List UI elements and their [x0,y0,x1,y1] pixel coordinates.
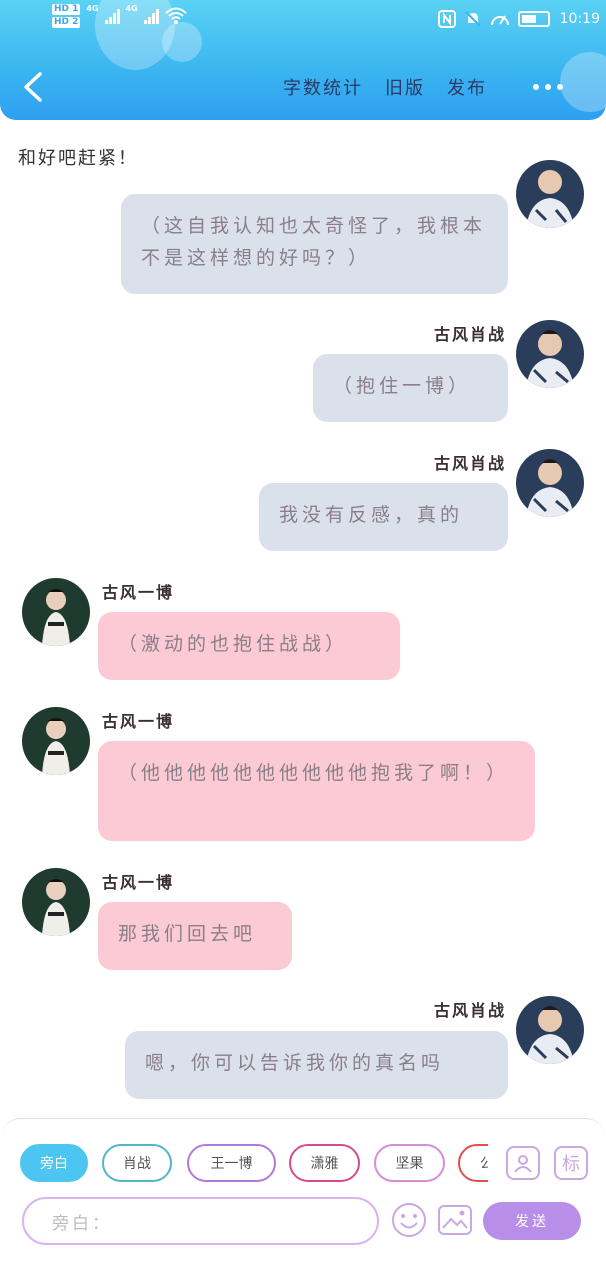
avatar-xiaozhan[interactable] [516,160,584,228]
wifi-icon [165,7,187,24]
mute-icon [465,11,481,27]
status-time: 10:19 [559,11,600,27]
publish-link[interactable]: 发布 [447,74,487,100]
avatar-yibo[interactable] [22,707,90,775]
message-bubble[interactable]: （激动的也抱住战战） [98,612,400,680]
more-menu-icon[interactable] [533,84,563,90]
header-links: 字数统计 旧版 发布 [283,74,487,100]
role-chip-xiaozhan[interactable]: 肖战 [102,1144,172,1182]
narration-input[interactable]: 旁白： [22,1197,379,1245]
sender-name: 古风一博 [102,583,175,602]
signal-icon-2 [143,8,159,24]
avatar-xiaozhan[interactable] [516,449,584,517]
tag-icon[interactable]: 标 [554,1146,588,1180]
avatar-yibo[interactable] [22,868,90,936]
avatar-yibo[interactable] [22,578,90,646]
avatar-xiaozhan[interactable] [516,320,584,388]
nfc-icon [438,10,456,28]
message-bubble[interactable]: 嗯，你可以告诉我你的真名吗 [125,1031,508,1099]
signal-icon [104,8,120,24]
avatar-xiaozhan[interactable] [516,996,584,1064]
role-chip-narrator[interactable]: 旁白 [20,1144,88,1182]
header-bar: HD 1 HD 2 4G 4G 10:19 字数统计 旧版 发布 [0,0,606,120]
speed-icon [491,15,509,26]
role-chip-wangyibo[interactable]: 王一博 [187,1144,276,1182]
message-bubble[interactable]: （这自我认知也太奇怪了，我根本不是这样想的好吗？） [121,194,508,294]
send-button[interactable]: 发送 [483,1202,581,1240]
image-icon[interactable] [437,1202,473,1238]
top-message-text: 和好吧赶紧！ [18,148,138,169]
role-chip-xiaoya[interactable]: 潇雅 [289,1144,360,1182]
sender-name: 古风一博 [102,873,175,892]
message-bubble[interactable]: 我没有反感，真的 [259,483,508,551]
back-arrow-icon[interactable] [18,70,48,104]
person-card-icon[interactable] [506,1146,540,1180]
message-bubble[interactable]: 那我们回去吧 [98,902,292,970]
role-chips: 旁白 肖战 王一博 潇雅 坚果 公 [20,1144,488,1184]
network-label-2: 4G [125,4,138,13]
sender-name: 古风肖战 [433,454,506,473]
emoji-icon[interactable] [391,1202,427,1238]
word-count-link[interactable]: 字数统计 [283,74,363,100]
role-chip-jianguo[interactable]: 坚果 [374,1144,445,1182]
sender-name: 古风肖战 [433,1001,506,1020]
hd-indicator: HD 1 HD 2 [52,4,81,28]
message-bubble[interactable]: （抱住一博） [313,354,508,422]
network-label-1: 4G [86,4,99,13]
battery-icon [518,11,550,27]
status-bar: HD 1 HD 2 4G 4G 10:19 [0,0,606,40]
sender-name: 古风肖战 [433,325,506,344]
old-version-link[interactable]: 旧版 [385,74,425,100]
message-bubble[interactable]: （他他他他他他他他他他抱我了啊！） [98,741,535,841]
role-chip-more[interactable]: 公 [458,1144,488,1182]
sender-name: 古风一博 [102,712,175,731]
